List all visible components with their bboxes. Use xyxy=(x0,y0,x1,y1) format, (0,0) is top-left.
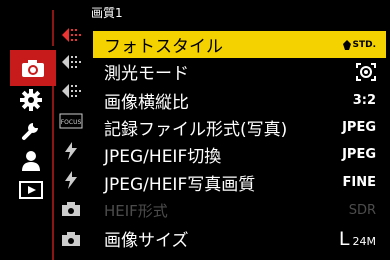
menu-item-aspect-ratio[interactable]: 画像横縦比 3:2 xyxy=(93,87,386,114)
subtab-flash-1[interactable] xyxy=(58,140,84,162)
menu-item-value: FINE xyxy=(342,175,376,190)
svg-text:FOCUS: FOCUS xyxy=(61,119,82,126)
subtab-flash-2[interactable] xyxy=(58,169,84,191)
menu-item-jpeg-heif-switch[interactable]: JPEG/HEIF切換 JPEG xyxy=(93,141,386,168)
focus-icon: FOCUS xyxy=(59,113,83,129)
menu-item-value: JPEG xyxy=(342,147,376,162)
menu-item-value: JPEG xyxy=(342,120,376,135)
menu-item-label: HEIF形式 xyxy=(104,202,168,220)
menu-item-label: 記録ファイル形式(写真) xyxy=(104,120,288,140)
tab-my-menu[interactable] xyxy=(14,146,48,176)
photo-style-value: STD. xyxy=(343,39,376,50)
menu-item-label: JPEG/HEIF写真画質 xyxy=(104,175,256,195)
photo-style-icon xyxy=(343,39,352,50)
subtab-image-quality-2[interactable] xyxy=(58,51,84,73)
tab-custom[interactable] xyxy=(14,85,48,115)
subtab-focus[interactable]: FOCUS xyxy=(58,110,84,132)
gear-icon xyxy=(20,89,42,111)
menu-item-value: SDR xyxy=(348,203,376,218)
menu-item-image-size[interactable]: 画像サイズ L 24M xyxy=(93,225,386,252)
menu-item-label: JPEG/HEIF切換 xyxy=(104,147,222,167)
tab-divider xyxy=(52,10,54,46)
menu-item-jpeg-heif-quality[interactable]: JPEG/HEIF写真画質 FINE xyxy=(93,169,386,196)
menu-item-metering-mode[interactable]: 測光モード xyxy=(93,58,386,85)
image-size-value: L 24M xyxy=(338,227,376,250)
flash-icon xyxy=(65,171,77,189)
menu-item-label: 画像サイズ xyxy=(104,231,189,251)
multi-metering-icon xyxy=(356,62,376,81)
person-icon xyxy=(22,151,40,171)
tab-camera[interactable] xyxy=(10,50,56,86)
subtab-camera-a[interactable] xyxy=(58,198,84,220)
main-tab-column xyxy=(4,0,56,260)
play-icon xyxy=(19,181,43,199)
camera-icon xyxy=(22,60,44,77)
flash-icon xyxy=(65,142,77,160)
sub-tab-column: FOCUS xyxy=(55,0,85,260)
camera-small-icon xyxy=(62,232,80,246)
arrow-left-dim-icon xyxy=(62,84,81,98)
wrench-icon xyxy=(22,123,38,140)
menu-item-label: 測光モード xyxy=(104,64,189,84)
camera-menu-screen: FOCUS 画質1 フォトスタイル STD. 測光モード 画像横縦比 3:2 記… xyxy=(0,0,390,260)
menu-item-photo-style[interactable]: フォトスタイル STD. xyxy=(93,31,386,58)
tab-setup[interactable] xyxy=(14,115,48,145)
menu-item-heif-format: HEIF形式 SDR xyxy=(93,197,386,224)
menu-item-file-format[interactable]: 記録ファイル形式(写真) JPEG xyxy=(93,114,386,141)
tab-playback[interactable] xyxy=(14,175,48,205)
page-title: 画質1 xyxy=(91,6,123,20)
menu-item-label: 画像横縦比 xyxy=(104,93,189,113)
menu-item-value: 3:2 xyxy=(352,93,376,108)
arrow-left-icon xyxy=(62,28,81,42)
menu-item-label: フォトスタイル xyxy=(104,37,223,57)
subtab-camera-b[interactable] xyxy=(58,228,84,250)
arrow-left-dim-icon xyxy=(62,55,81,69)
subtab-image-quality-1[interactable] xyxy=(58,24,84,46)
subtab-image-quality-3[interactable] xyxy=(58,80,84,102)
camera-small-icon xyxy=(62,202,80,216)
